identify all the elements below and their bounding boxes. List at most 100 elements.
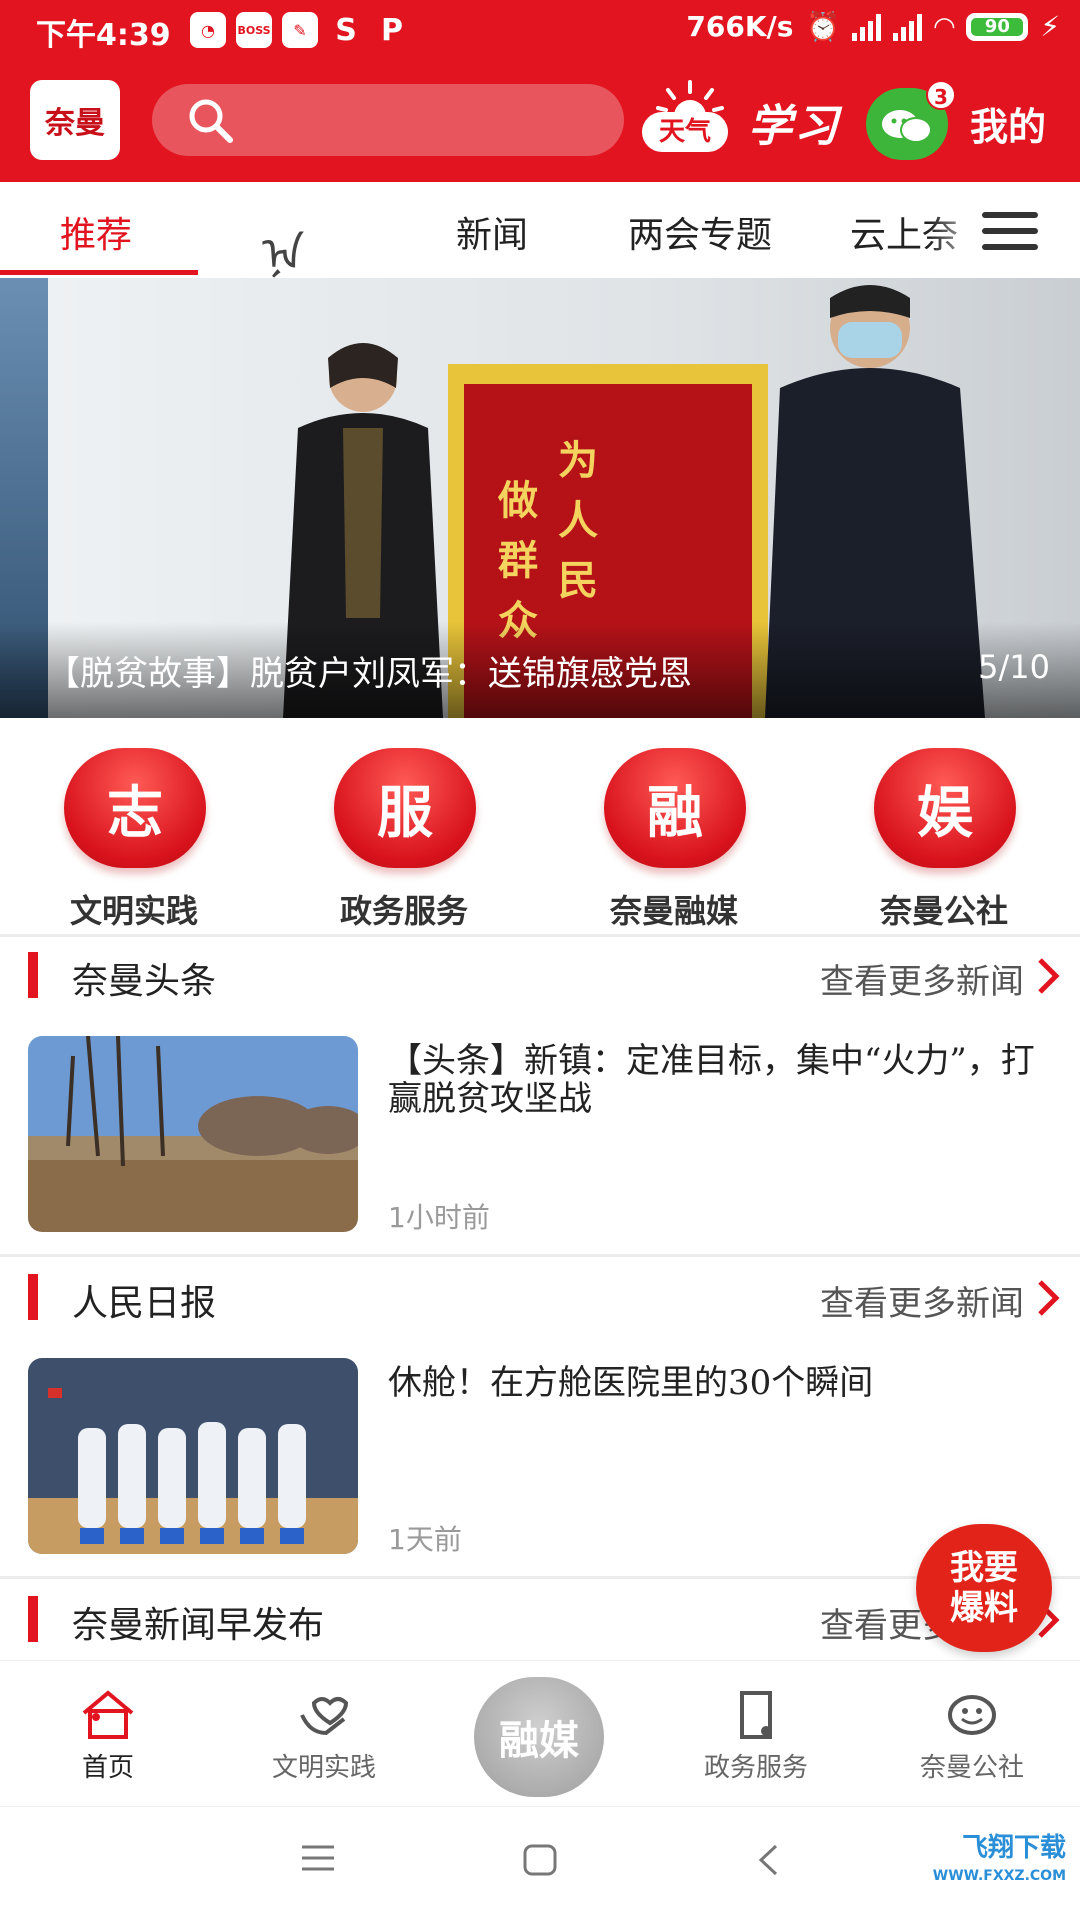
nav-civilization[interactable]: 文明实践 xyxy=(244,1689,404,1784)
quick-link-label: 奈曼公社 xyxy=(879,892,1008,930)
smile-icon xyxy=(948,1695,996,1735)
quick-link-government[interactable]: 服 政务服务 xyxy=(304,734,484,934)
app-notification-icon: ◔ xyxy=(190,12,226,48)
watermark-url: WWW.FXXZ.COM xyxy=(932,1868,1066,1884)
system-navigation-bar: 飞翔下载 WWW.FXXZ.COM xyxy=(0,1806,1080,1921)
section-accent-bar xyxy=(28,1274,38,1320)
net-speed: 766K/s xyxy=(686,10,794,43)
home-square-icon[interactable] xyxy=(522,1843,558,1881)
quick-link-media[interactable]: 融 奈曼融媒 xyxy=(574,734,754,934)
category-tabs: 推荐 ᠨᠠ 新闻 两会专题 云上奈 xyxy=(0,182,1080,281)
section-title: 人民日报 xyxy=(72,1283,217,1324)
nav-label: 政务服务 xyxy=(703,1753,808,1783)
quick-link-label: 政务服务 xyxy=(339,892,468,930)
quick-link-commune[interactable]: 娱 奈曼公社 xyxy=(844,734,1024,934)
report-line-2: 爆料 xyxy=(950,1588,1018,1628)
svg-text:为: 为 xyxy=(558,437,598,484)
watermark-logo: 飞翔下载 WWW.FXXZ.COM xyxy=(912,1827,1066,1905)
status-right: 766K/s ⏰ ◠ 90 ⚡ xyxy=(686,10,1060,43)
p-app-icon: P xyxy=(381,12,403,48)
recent-apps-icon[interactable] xyxy=(300,1843,336,1877)
report-tip-button[interactable]: 我要 爆料 xyxy=(916,1524,1052,1652)
svg-text:群: 群 xyxy=(498,537,538,584)
section-title: 奈曼头条 xyxy=(72,961,217,1002)
see-more-link[interactable]: 查看更多新闻 xyxy=(820,1276,1024,1325)
watermark-text: 飞翔下载 xyxy=(961,1833,1066,1863)
nav-media-center[interactable]: 融媒 xyxy=(474,1677,604,1797)
charging-icon: ⚡ xyxy=(1040,10,1060,43)
svg-text:民: 民 xyxy=(558,557,598,604)
banner-page-indicator: 5/10 xyxy=(978,648,1050,686)
wechat-button[interactable]: 3 xyxy=(866,80,956,160)
weather-button[interactable]: 天气 xyxy=(640,78,730,158)
news-time: 1小时前 xyxy=(388,1201,490,1234)
app-header: 下午4:39 ◔ BOSS ✎ S P 766K/s ⏰ ◠ 90 ⚡ 奈曼 天… xyxy=(0,0,1080,182)
nav-label: 文明实践 xyxy=(271,1753,376,1783)
nav-commune[interactable]: 奈曼公社 xyxy=(892,1689,1052,1784)
status-app-icons: ◔ BOSS ✎ S P xyxy=(190,12,410,48)
status-bar: 下午4:39 ◔ BOSS ✎ S P 766K/s ⏰ ◠ 90 ⚡ xyxy=(0,0,1080,62)
tab-two-sessions[interactable]: 两会专题 xyxy=(628,206,772,258)
wechat-badge: 3 xyxy=(926,80,956,110)
chevron-right-icon[interactable] xyxy=(1034,1278,1062,1322)
weather-label: 天气 xyxy=(642,112,728,152)
document-icon xyxy=(740,1691,772,1739)
quick-link-label: 奈曼融媒 xyxy=(609,892,738,930)
boss-app-icon: BOSS xyxy=(236,12,272,48)
news-item[interactable]: 【头条】新镇：定准目标，集中“火力”，打赢脱贫攻坚战 1小时前 xyxy=(0,1036,1080,1236)
quick-links: 志 文明实践 服 政务服务 融 奈曼融媒 娱 奈曼公社 xyxy=(0,718,1080,934)
banner-title[interactable]: 【脱贫故事】脱贫户刘凤军：送锦旗感党恩 xyxy=(46,646,692,695)
news-item[interactable]: 休舱！在方舱医院里的30个瞬间 1天前 xyxy=(0,1358,1080,1558)
report-line-1: 我要 xyxy=(950,1548,1018,1588)
section-title: 奈曼新闻早发布 xyxy=(72,1605,325,1646)
government-icon: 服 xyxy=(334,748,476,868)
section-accent-bar xyxy=(28,1596,38,1642)
news-thumbnail xyxy=(28,1036,358,1232)
news-thumbnail xyxy=(28,1358,358,1554)
search-icon xyxy=(186,96,234,148)
chevron-right-icon[interactable] xyxy=(1034,956,1062,1000)
nav-label: 奈曼公社 xyxy=(919,1753,1024,1783)
mine-button[interactable]: 我的 xyxy=(970,96,1046,151)
status-time: 下午4:39 xyxy=(36,18,171,53)
news-time: 1天前 xyxy=(388,1523,462,1556)
search-bar[interactable] xyxy=(152,84,624,156)
section-header-naiman-headlines: 奈曼头条 查看更多新闻 xyxy=(0,938,1080,1012)
message-app-icon: ✎ xyxy=(282,12,318,48)
hands-icon xyxy=(300,1697,349,1736)
divider xyxy=(0,1254,1080,1257)
tabs-fade xyxy=(930,182,990,278)
back-icon[interactable] xyxy=(756,1843,780,1881)
see-more-link[interactable]: 查看更多新闻 xyxy=(820,954,1024,1003)
svg-text:做: 做 xyxy=(497,477,538,524)
news-title: 【头条】新镇：定准目标，集中“火力”，打赢脱贫攻坚战 xyxy=(388,1041,1035,1119)
section-header-peoples-daily: 人民日报 查看更多新闻 xyxy=(0,1260,1080,1334)
svg-text:人: 人 xyxy=(558,497,598,544)
civilization-icon: 志 xyxy=(64,748,206,868)
battery-icon: 90 xyxy=(966,12,1029,41)
signal-hd-icon xyxy=(893,13,923,41)
tab-news[interactable]: 新闻 xyxy=(456,206,528,258)
signal-icon xyxy=(852,13,882,41)
active-tab-indicator xyxy=(0,270,198,275)
media-icon: 融 xyxy=(604,748,746,868)
home-icon xyxy=(82,1690,134,1739)
xuexi-button[interactable]: 学习 xyxy=(748,90,840,154)
banner-carousel[interactable]: 为 人 民 做 群 众 【脱贫故事】脱贫户刘凤军：送锦旗感党恩 5/10 xyxy=(0,278,1080,718)
app-logo[interactable]: 奈曼 xyxy=(30,80,120,160)
nav-home[interactable]: 首页 xyxy=(28,1689,188,1784)
s-app-icon: S xyxy=(335,12,357,48)
commune-icon: 娱 xyxy=(874,748,1016,868)
quick-link-civilization[interactable]: 志 文明实践 xyxy=(34,734,214,934)
divider xyxy=(0,934,1080,937)
tab-mongolian[interactable]: ᠨᠠ xyxy=(262,204,304,284)
nav-label: 首页 xyxy=(81,1753,134,1783)
nav-government[interactable]: 政务服务 xyxy=(676,1689,836,1784)
quick-link-label: 文明实践 xyxy=(69,892,198,930)
section-accent-bar xyxy=(28,952,38,998)
alarm-icon: ⏰ xyxy=(805,10,841,43)
bottom-navigation: 首页 文明实践 融媒 政务服务 奈曼公社 xyxy=(0,1660,1080,1807)
wifi-icon: ◠ xyxy=(934,11,955,42)
menu-icon[interactable] xyxy=(982,212,1038,252)
tab-recommend[interactable]: 推荐 xyxy=(60,206,132,258)
